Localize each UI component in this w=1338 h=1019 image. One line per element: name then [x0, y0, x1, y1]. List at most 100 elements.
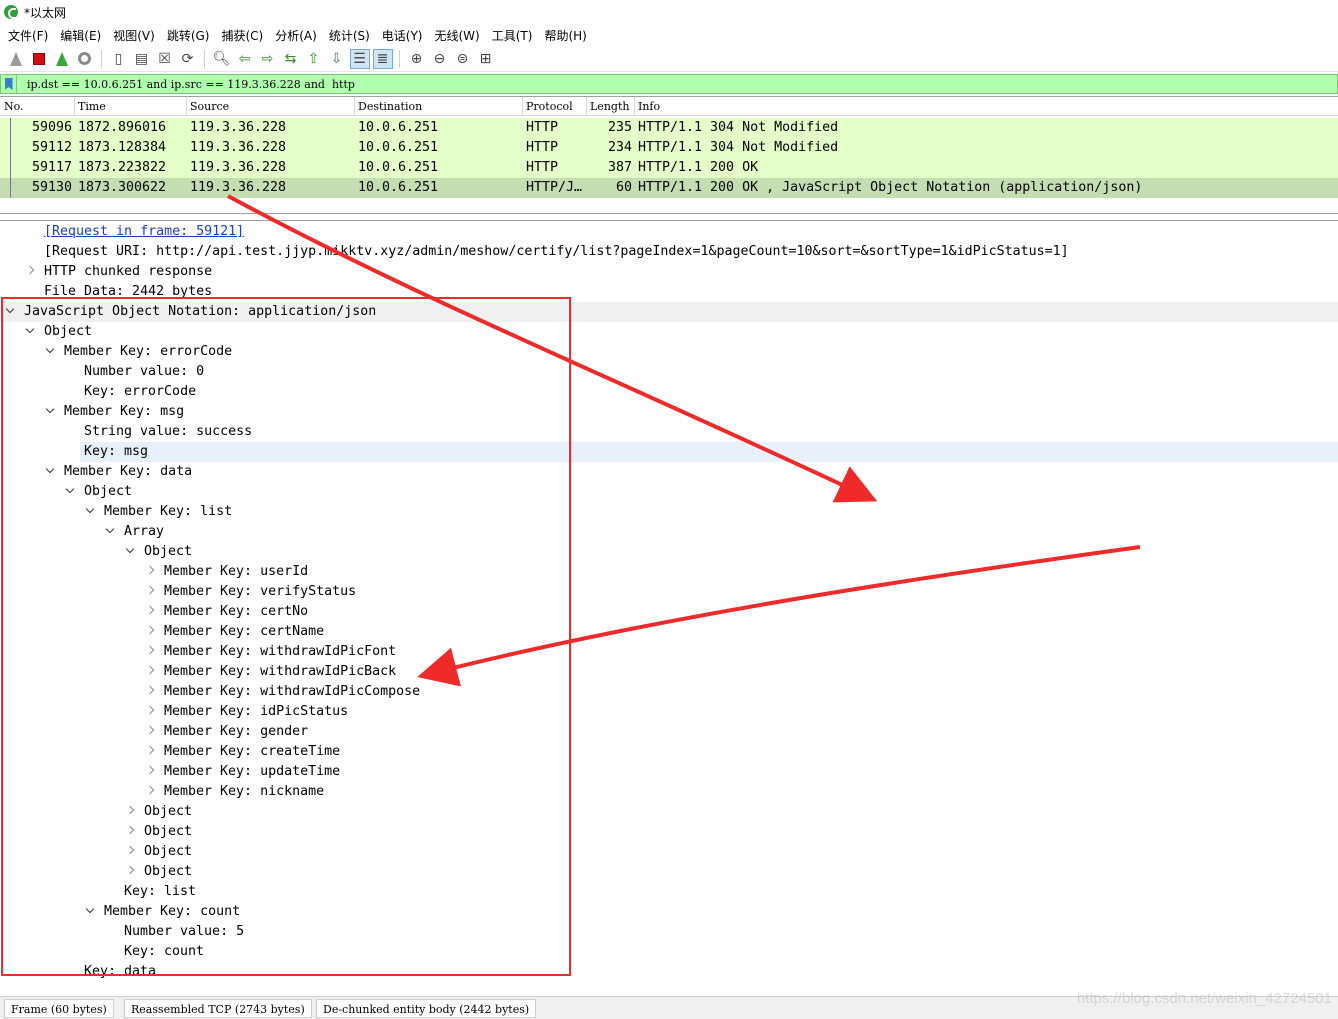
chevron-down-icon[interactable] [84, 902, 96, 922]
menu-item[interactable]: 捕获(C) [217, 27, 271, 44]
tree-node[interactable]: Array [0, 522, 1338, 542]
tree-node[interactable]: Key: data [0, 962, 1338, 982]
tree-node[interactable]: Member Key: nickname [0, 782, 1338, 802]
colorize-icon[interactable]: ≣ [372, 48, 393, 69]
tree-node[interactable]: Member Key: createTime [0, 742, 1338, 762]
tree-node[interactable]: Member Key: count [0, 902, 1338, 922]
bookmark-icon[interactable] [1, 75, 17, 93]
byte-view-tab[interactable]: Frame (60 bytes) [4, 999, 114, 1018]
tree-node[interactable]: Object [0, 482, 1338, 502]
packet-row[interactable]: 59130 1873.300622 119.3.36.228 10.0.6.251 HT… [0, 178, 1338, 198]
menu-item[interactable]: 电话(Y) [378, 27, 431, 44]
chevron-right-icon[interactable] [144, 722, 156, 742]
chevron-right-icon[interactable] [144, 782, 156, 802]
packet-row[interactable]: 59096 1872.896016 119.3.36.228 10.0.6.251 HT… [0, 118, 1338, 138]
tree-node[interactable]: [Request URI: http://api.test.jjyp.mikkt… [0, 242, 1338, 262]
column-header[interactable]: Time [78, 100, 106, 113]
chevron-right-icon[interactable] [144, 662, 156, 682]
chevron-right-icon[interactable] [144, 622, 156, 642]
menu-item[interactable]: 文件(F) [4, 27, 56, 44]
tree-node[interactable]: Member Key: verifyStatus [0, 582, 1338, 602]
chevron-right-icon[interactable] [144, 562, 156, 582]
chevron-down-icon[interactable] [124, 542, 136, 562]
tree-node[interactable]: Member Key: msg [0, 402, 1338, 422]
tree-node[interactable]: Member Key: withdrawIdPicFont [0, 642, 1338, 662]
chevron-right-icon[interactable] [144, 682, 156, 702]
tree-node[interactable]: Key: msg [0, 442, 1338, 462]
stop-capture-icon[interactable] [29, 49, 49, 69]
column-header[interactable]: Protocol [526, 100, 573, 113]
display-filter-bar[interactable]: ip.dst == 10.0.6.251 and ip.src == 119.3… [0, 74, 1338, 94]
packet-row[interactable]: 59117 1873.223822 119.3.36.228 10.0.6.251 HT… [0, 158, 1338, 178]
resize-columns-icon[interactable]: ⊞ [476, 49, 496, 69]
tree-node[interactable]: File Data: 2442 bytes [0, 282, 1338, 302]
tree-node[interactable]: Object [0, 842, 1338, 862]
tree-node[interactable]: Member Key: withdrawIdPicBack [0, 662, 1338, 682]
tree-node[interactable]: Member Key: withdrawIdPicCompose [0, 682, 1338, 702]
tree-node[interactable]: Member Key: errorCode [0, 342, 1338, 362]
chevron-right-icon[interactable] [144, 582, 156, 602]
column-header[interactable]: Length [590, 100, 629, 113]
display-filter-input[interactable]: ip.dst == 10.0.6.251 and ip.src == 119.3… [27, 78, 355, 91]
chevron-down-icon[interactable] [44, 402, 56, 422]
column-header[interactable]: Source [190, 100, 229, 113]
menu-item[interactable]: 分析(A) [271, 27, 325, 44]
go-forward-icon[interactable]: ⇨ [258, 49, 278, 69]
close-file-icon[interactable]: ☒ [155, 49, 175, 69]
menu-item[interactable]: 跳转(G) [163, 27, 218, 44]
chevron-right-icon[interactable] [144, 702, 156, 722]
chevron-down-icon[interactable] [4, 302, 16, 322]
chevron-down-icon[interactable] [104, 522, 116, 542]
tree-node[interactable]: Member Key: updateTime [0, 762, 1338, 782]
save-file-icon[interactable]: ▤ [132, 49, 152, 69]
chevron-right-icon[interactable] [144, 742, 156, 762]
chevron-right-icon[interactable] [144, 642, 156, 662]
tree-node[interactable]: Key: count [0, 942, 1338, 962]
column-header[interactable]: Destination [358, 100, 422, 113]
reload-file-icon[interactable]: ⟳ [178, 49, 198, 69]
chevron-down-icon[interactable] [44, 462, 56, 482]
start-capture-icon[interactable] [6, 49, 26, 69]
chevron-right-icon[interactable] [124, 822, 136, 842]
chevron-down-icon[interactable] [84, 502, 96, 522]
menu-item[interactable]: 视图(V) [109, 27, 163, 44]
byte-view-tab[interactable]: De-chunked entity body (2442 bytes) [316, 999, 537, 1018]
packet-row[interactable]: 59112 1873.128384 119.3.36.228 10.0.6.251 HT… [0, 138, 1338, 158]
chevron-right-icon[interactable] [24, 262, 36, 282]
tree-node[interactable]: JavaScript Object Notation: application/… [0, 302, 1338, 322]
restart-capture-icon[interactable] [52, 49, 72, 69]
menu-item[interactable]: 无线(W) [431, 27, 488, 44]
go-to-packet-icon[interactable]: ⇆ [281, 49, 301, 69]
tree-node[interactable]: Object [0, 322, 1338, 342]
zoom-out-icon[interactable]: ⊖ [430, 49, 450, 69]
tree-node[interactable]: [Request in frame: 59121] [0, 222, 1338, 242]
tree-node[interactable]: Member Key: certName [0, 622, 1338, 642]
tree-node[interactable]: Member Key: gender [0, 722, 1338, 742]
tree-node[interactable]: Object [0, 542, 1338, 562]
capture-options-icon[interactable] [75, 49, 95, 69]
tree-node[interactable]: Object [0, 802, 1338, 822]
column-header[interactable]: No. [4, 100, 24, 113]
zoom-normal-icon[interactable]: ⊜ [453, 49, 473, 69]
chevron-down-icon[interactable] [24, 322, 36, 342]
menu-item[interactable]: 编辑(E) [56, 27, 109, 44]
tree-node[interactable]: Key: list [0, 882, 1338, 902]
byte-view-tab[interactable]: Reassembled TCP (2743 bytes) [124, 999, 312, 1018]
chevron-right-icon[interactable] [124, 802, 136, 822]
chevron-right-icon[interactable] [124, 862, 136, 882]
tree-node[interactable]: Member Key: data [0, 462, 1338, 482]
tree-node[interactable]: Member Key: list [0, 502, 1338, 522]
tree-node[interactable]: Object [0, 862, 1338, 882]
chevron-right-icon[interactable] [144, 762, 156, 782]
tree-node[interactable]: Object [0, 822, 1338, 842]
column-header[interactable]: Info [638, 100, 660, 113]
find-packet-icon[interactable]: 🔍︎ [212, 49, 232, 69]
go-first-icon[interactable]: ⇧ [304, 49, 324, 69]
request-frame-link[interactable]: [Request in frame: 59121] [44, 222, 244, 242]
zoom-in-icon[interactable]: ⊕ [407, 49, 427, 69]
tree-node[interactable]: String value: success [0, 422, 1338, 442]
menu-item[interactable]: 统计(S) [325, 27, 378, 44]
chevron-right-icon[interactable] [124, 842, 136, 862]
tree-node[interactable]: Member Key: userId [0, 562, 1338, 582]
tree-node[interactable]: Number value: 0 [0, 362, 1338, 382]
